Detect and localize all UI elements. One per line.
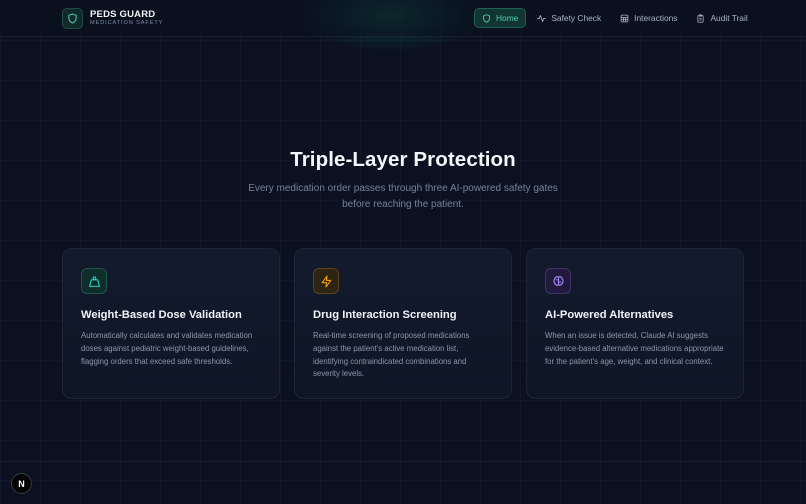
clipboard-icon (697, 13, 704, 23)
dev-tools-badge[interactable]: N (11, 473, 32, 494)
brand-subtitle: MEDICATION SAFETY (90, 20, 164, 27)
hero-section: Triple-Layer Protection Every medication… (0, 148, 806, 213)
footer-divider (0, 461, 806, 462)
nav-interactions-label: Interactions (634, 13, 678, 23)
feature-card-title: Weight-Based Dose Validation (81, 309, 242, 321)
feature-card-body: Automatically calculates and validates m… (81, 331, 253, 366)
hero-title: Triple-Layer Protection (290, 148, 516, 171)
nav-safety-check[interactable]: Safety Check (529, 8, 609, 28)
brand-title: PEDS GUARD (90, 8, 156, 20)
feature-card-interaction-screening: Drug Interaction Screening Real-time scr… (294, 248, 512, 399)
table-icon (620, 14, 629, 22)
nav-safety-check-label: Safety Check (551, 13, 602, 23)
nav-interactions[interactable]: Interactions (612, 8, 685, 28)
weight-icon (81, 268, 107, 294)
lightning-icon (313, 268, 339, 294)
feature-card-body: Real-time screening of proposed medicati… (313, 331, 470, 379)
feature-card-title: AI-Powered Alternatives (545, 309, 674, 321)
nav-home[interactable]: Home (474, 8, 527, 28)
feature-cards: Weight-Based Dose Validation Automatical… (62, 248, 744, 399)
feature-card-title: Drug Interaction Screening (313, 309, 457, 321)
top-navbar: PEDS GUARD MEDICATION SAFETY Home Safety… (0, 0, 806, 37)
shield-icon (62, 8, 83, 29)
brand-logo[interactable]: PEDS GUARD MEDICATION SAFETY (62, 8, 163, 29)
main-nav: Home Safety Check Interactions Audit Tra… (474, 8, 759, 28)
nav-audit-trail[interactable]: Audit Trail (688, 8, 755, 28)
feature-card-dose-validation: Weight-Based Dose Validation Automatical… (62, 248, 280, 399)
brain-icon (545, 268, 571, 294)
shield-icon (483, 13, 490, 23)
nav-home-label: Home (496, 13, 519, 23)
feature-card-body: When an issue is detected, Claude AI sug… (545, 331, 724, 366)
feature-card-ai-alternatives: AI-Powered Alternatives When an issue is… (526, 248, 744, 399)
activity-icon (537, 14, 547, 22)
hero-subtitle: Every medication order passes through th… (248, 183, 558, 210)
nav-audit-trail-label: Audit Trail (710, 13, 748, 23)
